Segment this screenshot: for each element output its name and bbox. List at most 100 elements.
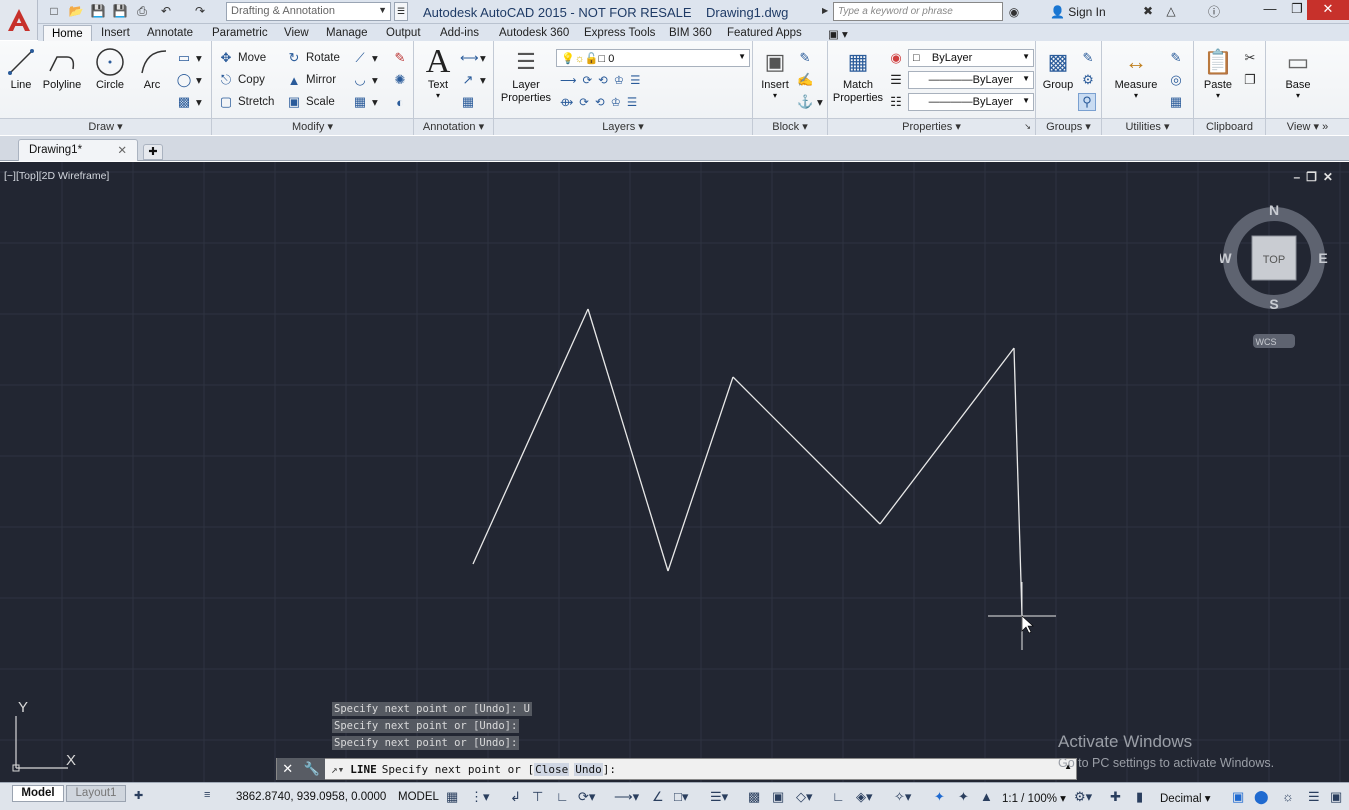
polyline-tool[interactable]: Polyline [40, 45, 84, 91]
model-tab[interactable]: Model [12, 785, 64, 802]
fillet-tool[interactable]: ◡ ▾ [352, 71, 377, 89]
drawing-area[interactable]: [−][Top][2D Wireframe] –❐✕ TOP N S E W W… [0, 162, 1349, 782]
erase-tool[interactable]: ✎ [392, 49, 408, 67]
attribute-tool[interactable]: ⚓ ▾ [797, 93, 823, 111]
annotation-scale-icon[interactable]: ▲ [980, 789, 993, 804]
properties-panel-title[interactable]: Properties ▾ ↘ [828, 118, 1035, 135]
new-document-tab-button[interactable]: ✚ [143, 144, 163, 160]
help-icon[interactable]: ⓘ [1206, 3, 1222, 19]
color-wheel-icon[interactable]: ◉ [888, 49, 904, 67]
calculator-tool[interactable]: ▦ [1168, 93, 1184, 111]
circle-tool[interactable]: Circle [90, 45, 130, 91]
selection-filter-icon[interactable]: ◈▾ [856, 789, 873, 805]
exchange-icon[interactable]: ✖ [1140, 3, 1156, 19]
line-segment[interactable] [472, 308, 589, 565]
workspace-select[interactable]: Drafting & Annotation ▼ [226, 2, 391, 21]
explode-tool[interactable]: ✺ [392, 71, 408, 89]
workspace-switch-icon[interactable]: ⚙▾ [1074, 789, 1092, 805]
quick-select-tool[interactable]: ✎ [1168, 49, 1184, 67]
units-readout[interactable]: Decimal ▾ [1160, 791, 1211, 805]
close-button[interactable]: ✕ [1307, 0, 1349, 20]
tab-annotate[interactable]: Annotate [139, 25, 201, 42]
tab-view[interactable]: View [276, 25, 317, 42]
snap-icon[interactable]: ⋮▾ [470, 789, 490, 805]
full-screen-icon[interactable]: ▣ [1330, 789, 1342, 805]
tab-bim360[interactable]: BIM 360 [661, 25, 720, 42]
create-block-tool[interactable]: ✎ [797, 49, 813, 67]
tab-autodesk360[interactable]: Autodesk 360 [491, 25, 577, 42]
hatch-tool[interactable]: ◯ ▾ [176, 71, 202, 89]
quick-properties-icon[interactable]: ▣ [1232, 789, 1244, 805]
search-input[interactable]: Type a keyword or phrase [833, 2, 1003, 21]
layers-panel-title[interactable]: Layers ▾ [494, 118, 752, 135]
save-as-icon[interactable]: 💾 [112, 3, 128, 19]
block-panel-title[interactable]: Block ▾ [753, 118, 827, 135]
isodraft-icon[interactable]: ⟶▾ [614, 789, 639, 805]
text-tool[interactable]: A Text ▾ [420, 43, 456, 100]
table-tool[interactable]: ▦ [460, 93, 476, 111]
search-expand-icon[interactable]: ▶ [822, 6, 828, 15]
object-snap-icon[interactable]: □▾ [674, 789, 688, 805]
quick-access-menu-icon[interactable]: ☰ [394, 2, 408, 21]
model-space-button[interactable]: MODEL [398, 791, 439, 803]
application-menu-button[interactable] [0, 0, 38, 40]
tab-manage[interactable]: Manage [318, 25, 376, 42]
hardware-acceleration-icon[interactable]: ⬤ [1254, 789, 1269, 805]
new-layout-icon[interactable]: ✚ [134, 789, 143, 802]
command-line-grip[interactable]: ✕ 🔧 [277, 758, 325, 780]
layout1-tab[interactable]: Layout1 [66, 785, 126, 802]
region-tool[interactable]: ▩ ▾ [176, 93, 202, 111]
base-view-tool[interactable]: ▭ Base ▾ [1278, 45, 1318, 101]
command-line[interactable]: ✕ 🔧 ↗▾ LINE Specify next point or [ Close… [276, 758, 1077, 780]
dimension-tool[interactable]: ⟷ ▾ [460, 49, 486, 67]
dialog-launcher-icon[interactable]: ↘ [1024, 119, 1031, 135]
dynamic-input-icon[interactable]: ⊤ [532, 789, 543, 805]
document-tab-drawing1[interactable]: Drawing1* ✕ [18, 139, 138, 161]
polar-tracking-icon[interactable]: ⟳▾ [578, 789, 595, 805]
color-dropdown[interactable]: □ ByLayer ▼ [908, 49, 1034, 67]
group-edit-tool[interactable]: ⚙ [1080, 71, 1096, 89]
a360-icon[interactable]: △ [1163, 3, 1179, 19]
group-tool[interactable]: ▩ Group [1038, 45, 1078, 91]
clean-screen-icon[interactable]: ☼ [1282, 789, 1294, 804]
draw-panel-title[interactable]: Draw ▾ [0, 118, 211, 135]
line-tool[interactable]: Line [4, 45, 38, 91]
point-tool[interactable]: ◎ [1168, 71, 1184, 89]
scale-tool[interactable]: ▣ Scale [286, 93, 335, 111]
wrench-icon[interactable]: 🔧 [304, 761, 320, 777]
layer-tools-row1[interactable]: ⟶⟳⟲♔☰ [560, 71, 646, 89]
save-icon[interactable]: 💾 [90, 3, 106, 19]
modify-panel-title[interactable]: Modify ▾ [212, 118, 413, 135]
edit-block-tool[interactable]: ✍ [797, 71, 813, 89]
line-segment[interactable] [1013, 347, 1023, 617]
mirror-tool[interactable]: ▲ Mirror [286, 71, 336, 89]
gizmo-icon[interactable]: ✧▾ [894, 789, 911, 805]
linetype-dropdown[interactable]: ————ByLayer ▼ [908, 71, 1034, 89]
3d-osnap-icon[interactable]: ◇▾ [796, 789, 813, 805]
selection-cycling-icon[interactable]: ▣ [772, 789, 784, 805]
customization-icon[interactable]: ☰ [1308, 789, 1320, 805]
tab-addins[interactable]: Add-ins [432, 25, 487, 42]
groups-panel-title[interactable]: Groups ▾ [1036, 118, 1101, 135]
rotate-tool[interactable]: ↻ Rotate [286, 49, 340, 67]
array-tool[interactable]: ▦ ▾ [352, 93, 378, 111]
dynamic-ucs-icon[interactable]: ∟ [832, 789, 845, 804]
infer-constraints-icon[interactable]: ↲ [510, 789, 521, 805]
tab-home[interactable]: Home [43, 25, 92, 42]
leader-tool[interactable]: ↗ ▾ [460, 71, 486, 89]
paste-tool[interactable]: 📋 Paste ▾ [1198, 45, 1238, 101]
ribbon-minimize-icon[interactable]: ▣ ▾ [820, 25, 856, 42]
rectangle-tool[interactable]: ▭ ▾ [176, 49, 202, 67]
tab-featured-apps[interactable]: Featured Apps [719, 25, 810, 42]
lineweight-dropdown[interactable]: ————ByLayer ▼ [908, 93, 1034, 111]
measure-tool[interactable]: ↔ Measure ▾ [1110, 45, 1162, 100]
move-tool[interactable]: ✥ Move [218, 49, 267, 67]
copy-clip-tool[interactable]: ❐ [1242, 71, 1258, 89]
status-menu-icon[interactable]: ≡ [204, 789, 210, 801]
layer-dropdown[interactable]: 💡☼🔓□ 0 ▼ [556, 49, 750, 67]
utilities-panel-title[interactable]: Utilities ▾ [1102, 118, 1193, 135]
tab-output[interactable]: Output [378, 25, 429, 42]
cut-tool[interactable]: ✂ [1242, 49, 1258, 67]
print-icon[interactable]: ⎙ [134, 3, 150, 19]
new-icon[interactable]: □ [46, 3, 62, 19]
